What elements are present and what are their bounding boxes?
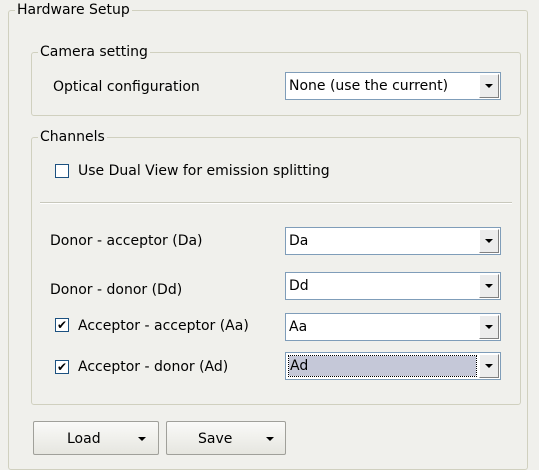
donor-acceptor-label: Donor - acceptor (Da) <box>50 233 203 249</box>
dual-view-checkbox[interactable] <box>55 164 69 178</box>
dropdown-arrow-icon <box>266 437 274 441</box>
dropdown-arrow-icon[interactable] <box>479 229 499 253</box>
donor-donor-dropdown[interactable]: Dd <box>285 272 501 300</box>
acceptor-acceptor-label: Acceptor - acceptor (Aa) <box>78 318 249 334</box>
hardware-setup-title: Hardware Setup <box>15 1 132 19</box>
camera-setting-title: Camera setting <box>38 43 150 61</box>
acceptor-donor-label: Acceptor - donor (Ad) <box>78 359 229 375</box>
donor-acceptor-dropdown[interactable]: Da <box>285 227 501 255</box>
channels-title: Channels <box>38 128 107 146</box>
save-button[interactable]: Save <box>166 421 286 455</box>
save-button-label: Save <box>198 431 233 447</box>
acceptor-acceptor-value: Aa <box>289 319 308 335</box>
acceptor-acceptor-dropdown[interactable]: Aa <box>285 313 501 341</box>
dropdown-arrow-icon[interactable] <box>479 315 499 339</box>
dropdown-arrow-icon[interactable] <box>479 354 499 378</box>
optical-configuration-label: Optical configuration <box>53 79 200 95</box>
channels-separator <box>40 202 512 204</box>
acceptor-donor-dropdown[interactable]: Ad <box>285 352 501 380</box>
acceptor-donor-value: Ad <box>288 355 477 377</box>
load-button-label: Load <box>67 431 101 447</box>
optical-configuration-dropdown[interactable]: None (use the current) <box>285 72 501 100</box>
donor-acceptor-value: Da <box>289 233 309 249</box>
donor-donor-value: Dd <box>289 278 309 294</box>
donor-donor-label: Donor - donor (Dd) <box>50 282 183 298</box>
optical-configuration-value: None (use the current) <box>289 78 449 94</box>
acceptor-acceptor-checkbox[interactable]: ✔ <box>55 318 69 332</box>
dual-view-label: Use Dual View for emission splitting <box>78 163 330 179</box>
dropdown-arrow-icon <box>138 437 146 441</box>
acceptor-donor-checkbox[interactable]: ✔ <box>55 360 69 374</box>
dropdown-arrow-icon[interactable] <box>479 74 499 98</box>
load-button[interactable]: Load <box>33 421 159 455</box>
dropdown-arrow-icon[interactable] <box>479 274 499 298</box>
